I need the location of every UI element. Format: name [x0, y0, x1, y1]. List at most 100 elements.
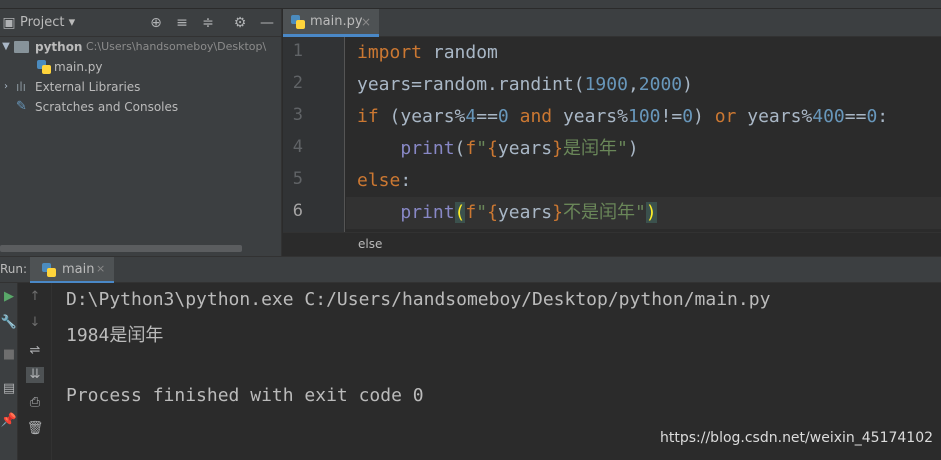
line-number-current: 6 — [292, 201, 303, 221]
expand-all-icon[interactable]: ≡ — [174, 15, 190, 31]
run-tab-label: main — [62, 262, 95, 277]
scratches-icon: ✎ — [16, 99, 27, 114]
code-token: } — [552, 138, 563, 159]
collapse-all-icon[interactable]: ≑ — [200, 15, 216, 31]
breadcrumb-item[interactable]: else — [358, 237, 382, 251]
code-token: == — [844, 106, 867, 127]
code-token: { — [487, 202, 498, 223]
soft-wrap-icon[interactable]: ⇌ — [26, 343, 44, 359]
editor-tab-bar: main.py × — [283, 9, 941, 37]
code-token: years — [497, 138, 553, 159]
code-token: ) — [627, 138, 639, 159]
code-line[interactable]: if (years%4==0 and years%100!=0) or year… — [357, 101, 888, 133]
tree-item-python[interactable]: ▼ python C:\Users\handsomeboy\Desktop\ — [0, 37, 282, 57]
line-number: 5 — [292, 169, 303, 189]
tree-item-external-libraries[interactable]: › ılı External Libraries — [0, 77, 282, 97]
code-token: ( — [454, 138, 466, 159]
code-token: random — [422, 42, 498, 63]
code-line[interactable]: print(f"{years}不是闰年") — [357, 197, 657, 229]
project-panel: ▣ Project ▾ ⊕ ≡ ≑ ⚙ — ▼ python C:\Users\… — [0, 9, 282, 256]
close-icon[interactable]: × — [96, 262, 105, 275]
watermark: https://blog.csdn.net/weixin_45174102 — [660, 430, 934, 446]
project-view-selector[interactable]: Project ▾ — [20, 15, 75, 30]
code-token: " — [476, 202, 488, 223]
print-icon[interactable]: ⎙ — [26, 395, 44, 411]
code-token: or — [703, 106, 737, 127]
code-token: ) — [693, 106, 704, 127]
wrench-icon[interactable]: 🔧 — [0, 315, 18, 331]
layout-icon[interactable]: ▤ — [0, 381, 18, 397]
locate-file-icon[interactable]: ⊕ — [148, 15, 164, 31]
folder-icon — [14, 41, 29, 53]
code-line[interactable]: years=random.randint(1900,2000) — [357, 69, 693, 101]
pin-icon[interactable]: 📌 — [0, 413, 18, 429]
chevron-down-icon[interactable]: ▼ — [0, 37, 12, 57]
code-token: " — [476, 138, 488, 159]
code-token: ) — [682, 74, 693, 95]
code-token: } — [552, 202, 563, 223]
stop-icon[interactable]: ■ — [0, 347, 18, 363]
code-token: print — [400, 202, 455, 223]
code-token: != — [660, 106, 683, 127]
console-toolbar: ↑ ↓ ⇌ ⇊ ⎙ 🗑 — [18, 283, 52, 460]
code-token: { — [487, 138, 498, 159]
line-number: 3 — [292, 105, 303, 125]
tree-item-scratches[interactable]: ✎ Scratches and Consoles — [0, 97, 282, 117]
code-token: 0 — [866, 106, 878, 127]
code-token: ) — [645, 202, 657, 223]
console-line: Process finished with exit code 0 — [66, 385, 424, 406]
code-token: 0 — [497, 106, 509, 127]
line-number: 4 — [292, 137, 303, 157]
code-token: 100 — [627, 106, 661, 127]
code-token: (years% — [378, 106, 466, 127]
code-token: 0 — [682, 106, 694, 127]
rerun-icon[interactable]: ▶ — [0, 289, 18, 305]
code-line[interactable]: print(f"{years}是闰年") — [357, 133, 639, 165]
code-token: f — [465, 138, 477, 159]
code-token: 400 — [812, 106, 845, 127]
horizontal-scrollbar[interactable] — [0, 245, 242, 252]
tree-item-label: Scratches and Consoles — [35, 100, 179, 114]
scroll-to-end-icon[interactable]: ⇊ — [26, 367, 44, 383]
arrow-down-icon[interactable]: ↓ — [26, 315, 44, 331]
tree-item-label: External Libraries — [35, 80, 141, 94]
line-number-gutter: 1 2 3 4 5 6 — [283, 37, 345, 232]
code-line[interactable]: import random — [357, 37, 498, 69]
code-token: 1900 — [584, 74, 628, 95]
chevron-right-icon[interactable]: › — [0, 77, 12, 97]
code-token: else — [357, 170, 401, 191]
code-token: , — [627, 74, 639, 95]
trash-icon[interactable]: 🗑 — [26, 421, 44, 437]
code-token: 2000 — [638, 74, 683, 95]
project-panel-header: ▣ Project ▾ ⊕ ≡ ≑ ⚙ — — [0, 9, 282, 37]
tree-item-label: main.py — [54, 60, 103, 74]
tree-item-path: C:\Users\handsomeboy\Desktop\ — [86, 40, 267, 53]
project-title: Project — [20, 15, 65, 30]
code-token: 是闰年" — [562, 138, 628, 159]
code-editor[interactable]: main.py × 1 2 3 4 5 6 import random years… — [283, 9, 941, 256]
tab-main-py[interactable]: main.py × — [283, 9, 379, 37]
arrow-up-icon[interactable]: ↑ — [26, 289, 44, 305]
python-file-icon — [291, 15, 305, 29]
run-panel-header: Run: main × — [0, 256, 941, 284]
console-line: 1984是闰年 — [66, 325, 164, 346]
console-line: D:\Python3\python.exe C:/Users/handsomeb… — [66, 289, 771, 310]
code-token: f — [465, 202, 477, 223]
code-token: == — [476, 106, 498, 127]
code-area[interactable]: import random years=random.randint(1900,2… — [346, 37, 941, 232]
code-token: years% — [552, 106, 628, 127]
tree-item-main-py[interactable]: main.py — [0, 57, 282, 77]
gear-icon[interactable]: ⚙ — [232, 15, 248, 31]
breadcrumb[interactable]: else — [283, 232, 941, 256]
run-tab-main[interactable]: main × — [30, 257, 114, 284]
code-token: print — [400, 138, 455, 159]
code-line[interactable]: else: — [357, 165, 411, 197]
code-token: ( — [454, 202, 466, 223]
code-token: : — [400, 170, 412, 191]
close-icon[interactable]: × — [361, 9, 371, 35]
libraries-icon: ılı — [16, 80, 27, 94]
python-file-icon — [37, 60, 51, 74]
line-number: 2 — [292, 73, 303, 93]
hide-icon[interactable]: — — [259, 15, 275, 31]
